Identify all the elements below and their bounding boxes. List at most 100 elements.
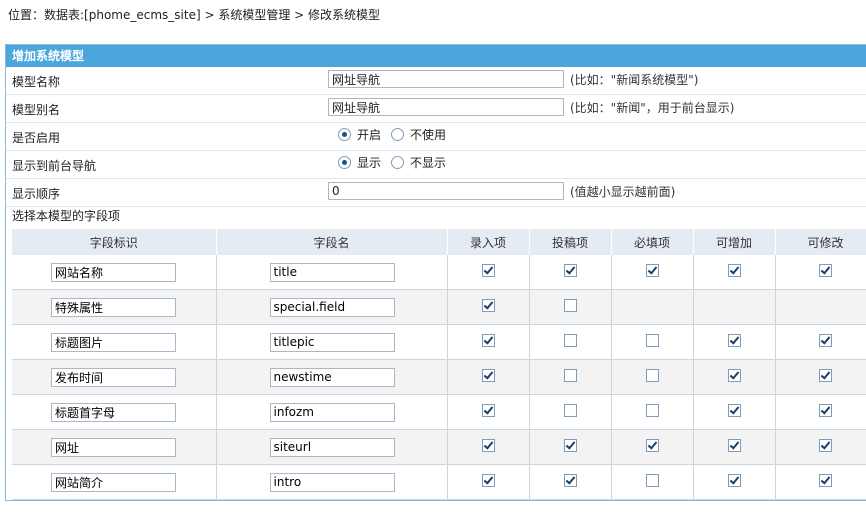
name-cell	[216, 464, 448, 500]
breadcrumb-sep: >	[200, 8, 219, 22]
submit-checkbox[interactable]	[563, 474, 577, 487]
name-cell	[216, 359, 448, 395]
entry-checkbox[interactable]	[481, 334, 495, 347]
editable-cell	[775, 289, 866, 325]
field-ident-input[interactable]	[51, 332, 176, 352]
addable-cell	[693, 324, 776, 360]
order-hint: (值越小显示越前面)	[570, 184, 676, 199]
field-ident-input[interactable]	[51, 262, 176, 282]
field-name-input[interactable]	[269, 262, 395, 282]
name-cell	[216, 255, 448, 290]
header-ident: 字段标识	[12, 229, 217, 255]
submit-checkbox[interactable]	[563, 264, 577, 277]
submit-cell	[529, 324, 612, 360]
field-ident-input[interactable]	[51, 297, 176, 317]
show-nav-on-label: 显示	[357, 156, 382, 170]
addable-checkbox[interactable]	[727, 439, 741, 452]
model-name-input[interactable]	[328, 70, 564, 88]
field-name-input[interactable]	[269, 472, 395, 492]
submit-checkbox[interactable]	[563, 299, 577, 312]
submit-checkbox[interactable]	[563, 439, 577, 452]
name-cell	[216, 429, 448, 465]
header-submit: 投稿项	[529, 229, 612, 255]
required-cell	[611, 464, 694, 500]
editable-cell	[775, 394, 866, 430]
field-ident-input[interactable]	[51, 367, 176, 387]
editable-cell	[775, 359, 866, 395]
field-ident-input[interactable]	[51, 402, 176, 422]
fields-table: 字段标识 字段名 录入项 投稿项 必填项 可增加 可修改	[12, 229, 866, 500]
name-cell	[216, 324, 448, 360]
required-checkbox[interactable]	[645, 264, 659, 277]
fields-section-label: 选择本模型的字段项	[12, 209, 121, 223]
addable-checkbox[interactable]	[727, 369, 741, 382]
show-nav-off-radio[interactable]	[391, 156, 405, 169]
required-checkbox[interactable]	[645, 474, 659, 487]
entry-checkbox[interactable]	[481, 439, 495, 452]
field-name-input[interactable]	[269, 402, 395, 422]
required-checkbox[interactable]	[645, 369, 659, 382]
ident-cell	[12, 289, 217, 325]
entry-checkbox[interactable]	[481, 299, 495, 312]
enabled-on-label: 开启	[357, 128, 382, 142]
show-nav-on-radio[interactable]	[338, 156, 351, 169]
required-cell	[611, 255, 694, 290]
required-checkbox[interactable]	[645, 404, 659, 417]
addable-checkbox[interactable]	[727, 334, 741, 347]
table-row	[12, 255, 866, 290]
submit-checkbox[interactable]	[563, 404, 577, 417]
entry-cell	[447, 255, 530, 290]
ident-cell	[12, 394, 217, 430]
order-input[interactable]	[328, 182, 564, 200]
editable-checkbox[interactable]	[819, 334, 832, 347]
fields-table-header: 字段标识 字段名 录入项 投稿项 必填项 可增加 可修改	[12, 229, 866, 255]
required-checkbox[interactable]	[645, 439, 659, 452]
table-row	[12, 324, 866, 360]
row-order: 显示顺序 (值越小显示越前面)	[6, 179, 866, 207]
table-row	[12, 359, 866, 395]
model-name-label: 模型名称	[12, 75, 61, 89]
editable-checkbox[interactable]	[819, 369, 832, 382]
addable-checkbox[interactable]	[727, 264, 741, 277]
entry-checkbox[interactable]	[481, 369, 495, 382]
editable-cell	[775, 255, 866, 290]
table-row	[12, 464, 866, 500]
field-ident-input[interactable]	[51, 437, 176, 457]
editable-checkbox[interactable]	[819, 439, 832, 452]
name-cell	[216, 394, 448, 430]
editable-checkbox[interactable]	[819, 264, 832, 277]
required-checkbox[interactable]	[645, 334, 659, 347]
row-model-name: 模型名称 (比如："新闻系统模型")	[6, 67, 866, 95]
field-name-input[interactable]	[269, 367, 395, 387]
entry-checkbox[interactable]	[481, 404, 495, 417]
submit-cell	[529, 464, 612, 500]
model-alias-input[interactable]	[328, 98, 564, 116]
breadcrumb-link-model-manage[interactable]: 系统模型管理	[218, 8, 290, 22]
enabled-on-radio[interactable]	[338, 128, 351, 141]
field-name-input[interactable]	[269, 297, 395, 317]
editable-checkbox[interactable]	[819, 404, 832, 417]
editable-checkbox[interactable]	[819, 474, 832, 487]
required-cell	[611, 359, 694, 395]
entry-checkbox[interactable]	[481, 474, 495, 487]
submit-cell	[529, 359, 612, 395]
addable-checkbox[interactable]	[727, 404, 741, 417]
header-name: 字段名	[216, 229, 448, 255]
entry-cell	[447, 394, 530, 430]
required-cell	[611, 429, 694, 465]
model-alias-label: 模型别名	[12, 103, 61, 117]
entry-cell	[447, 359, 530, 395]
addable-cell	[693, 255, 776, 290]
field-name-input[interactable]	[269, 437, 395, 457]
model-name-hint: (比如："新闻系统模型")	[570, 72, 699, 87]
submit-checkbox[interactable]	[563, 334, 577, 347]
field-ident-input[interactable]	[51, 472, 176, 492]
submit-checkbox[interactable]	[563, 369, 577, 382]
entry-checkbox[interactable]	[481, 264, 495, 277]
ident-cell	[12, 324, 217, 360]
entry-cell	[447, 324, 530, 360]
header-addable: 可增加	[693, 229, 776, 255]
field-name-input[interactable]	[269, 332, 395, 352]
addable-checkbox[interactable]	[727, 474, 741, 487]
enabled-off-radio[interactable]	[391, 128, 405, 141]
